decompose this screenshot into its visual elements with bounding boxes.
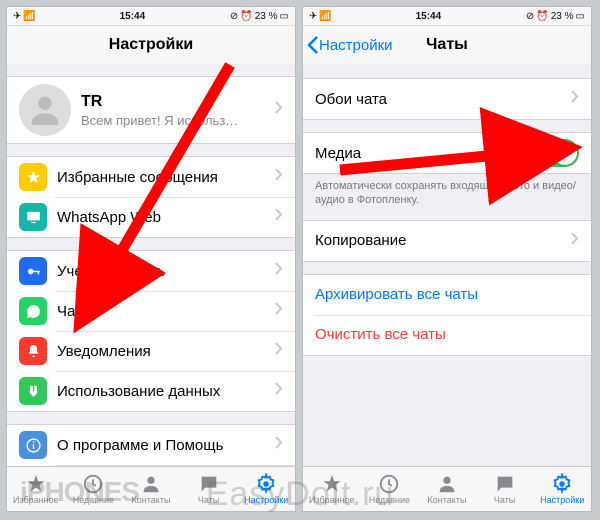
- tab-chats[interactable]: Чаты: [476, 467, 534, 511]
- row-account[interactable]: Учетная запись: [7, 251, 295, 291]
- status-time: 15:44: [35, 11, 230, 22]
- tab-recents[interactable]: Недавние: [361, 467, 419, 511]
- phone-left-settings: ✈ 📶 15:44 ⊘⏰23 %▭ Настройки TR Всем прив…: [6, 6, 296, 512]
- chevron-right-icon: [571, 232, 579, 250]
- bell-icon: [19, 337, 47, 365]
- tab-favorites[interactable]: Избранное: [7, 467, 65, 511]
- tabbar: Избранное Недавние Контакты Чаты Настрой…: [7, 466, 295, 511]
- status-bar: ✈ 📶 15:44 ⊘⏰23 %▭: [303, 7, 591, 26]
- navbar-chats: Настройки Чаты: [303, 26, 591, 65]
- chevron-right-icon: [275, 101, 283, 119]
- group-account: Учетная запись Чаты Уведомления Использо…: [7, 250, 295, 412]
- chevron-right-icon: [275, 302, 283, 320]
- row-starred-messages[interactable]: Избранные сообщения: [7, 157, 295, 197]
- settings-content[interactable]: TR Всем привет! Я использую W… Избранные…: [7, 64, 295, 467]
- row-notifications[interactable]: Уведомления: [7, 331, 295, 371]
- row-chat-wallpaper[interactable]: Обои чата: [303, 79, 591, 119]
- row-archive-all[interactable]: Архивировать все чаты: [303, 275, 591, 315]
- data-icon: [19, 377, 47, 405]
- chevron-right-icon: [275, 342, 283, 360]
- nav-title: Настройки: [7, 36, 295, 54]
- tab-chats[interactable]: Чаты: [180, 467, 238, 511]
- profile-status: Всем привет! Я использую W…: [81, 113, 241, 128]
- tab-recents[interactable]: Недавние: [65, 467, 123, 511]
- row-about-help[interactable]: О программе и Помощь: [7, 425, 295, 465]
- avatar-icon: [19, 84, 71, 136]
- chevron-right-icon: [275, 436, 283, 454]
- group-starred: Избранные сообщения WhatsApp Web: [7, 156, 295, 238]
- profile-name: TR: [81, 93, 275, 111]
- group-about: О программе и Помощь Рассказать другу: [7, 424, 295, 467]
- row-whatsapp-web[interactable]: WhatsApp Web: [7, 197, 295, 237]
- row-clear-all[interactable]: Очистить все чаты: [303, 315, 591, 355]
- chevron-right-icon: [275, 382, 283, 400]
- tabbar: Избранное Недавние Контакты Чаты Настрой…: [303, 466, 591, 511]
- tab-favorites[interactable]: Избранное: [303, 467, 361, 511]
- chat-icon: [19, 297, 47, 325]
- back-label: Настройки: [319, 37, 393, 54]
- chevron-right-icon: [275, 208, 283, 226]
- row-chat-backup[interactable]: Копирование: [303, 221, 591, 261]
- tab-contacts[interactable]: Контакты: [122, 467, 180, 511]
- tab-settings[interactable]: Настройки: [533, 467, 591, 511]
- status-bar: ✈ 📶 15:44 ⊘⏰23 %▭: [7, 7, 295, 26]
- tab-settings[interactable]: Настройки: [237, 467, 295, 511]
- key-icon: [19, 257, 47, 285]
- info-icon: [19, 431, 47, 459]
- tab-contacts[interactable]: Контакты: [418, 467, 476, 511]
- row-data-usage[interactable]: Использование данных: [7, 371, 295, 411]
- star-icon: [19, 163, 47, 191]
- chevron-right-icon: [275, 262, 283, 280]
- row-media-autosave[interactable]: Медиа: [303, 133, 591, 173]
- chevron-right-icon: [571, 90, 579, 108]
- chevron-right-icon: [275, 168, 283, 186]
- profile-row[interactable]: TR Всем привет! Я использую W…: [7, 77, 295, 143]
- media-toggle[interactable]: [533, 139, 579, 167]
- navbar-settings: Настройки: [7, 26, 295, 65]
- row-chats[interactable]: Чаты: [7, 291, 295, 331]
- desktop-icon: [19, 203, 47, 231]
- phone-right-chats: ✈ 📶 15:44 ⊘⏰23 %▭ Настройки Чаты Обои ча…: [302, 6, 592, 512]
- media-footer-note: Автоматически сохранять входящие фото и …: [303, 174, 591, 208]
- chats-content[interactable]: Обои чата Медиа Автоматически сохранять …: [303, 64, 591, 467]
- back-button[interactable]: Настройки: [303, 36, 393, 54]
